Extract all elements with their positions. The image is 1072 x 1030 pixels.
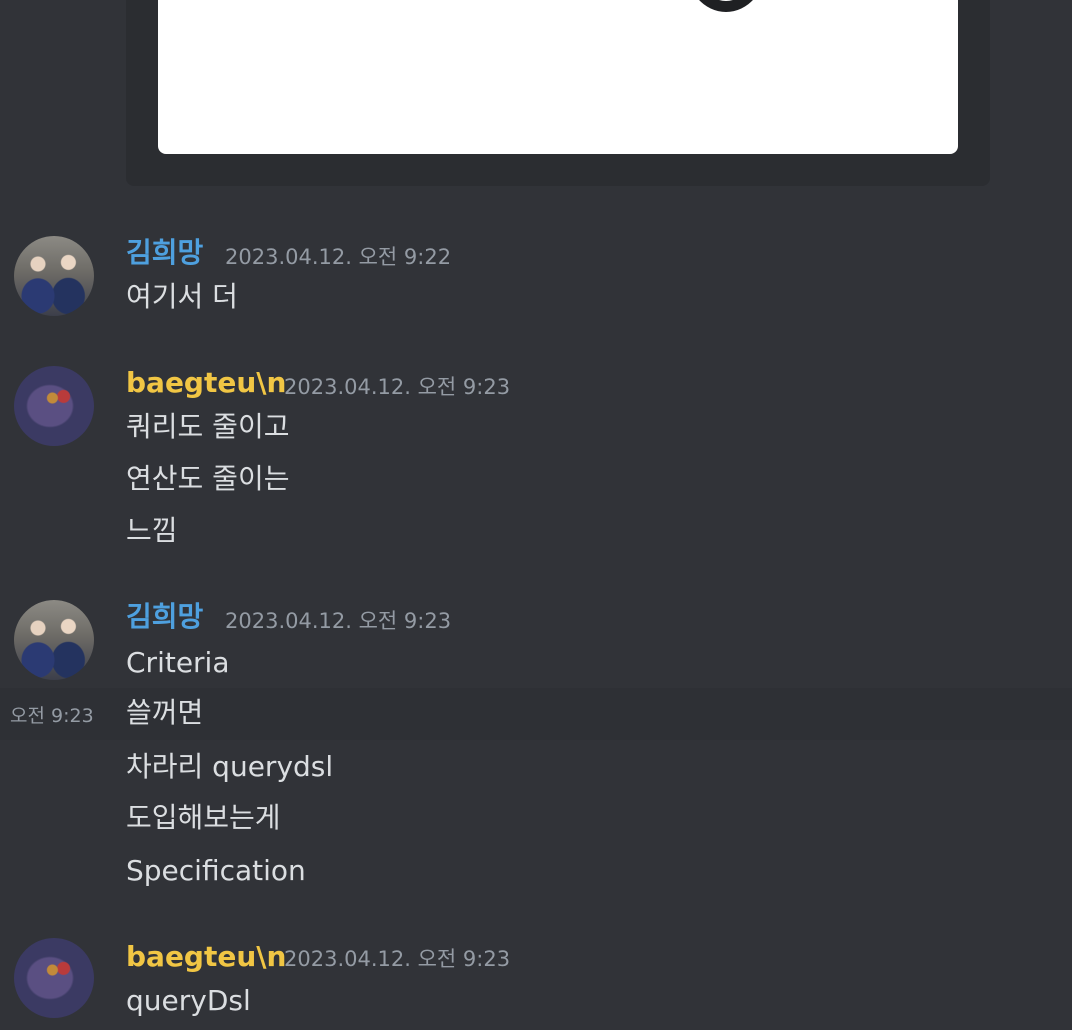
message-embed: [126, 0, 990, 186]
author-name[interactable]: baegteu\n: [126, 366, 286, 400]
author-name[interactable]: baegteu\n: [126, 940, 286, 974]
message-text: 쿼리도 줄이고: [126, 410, 290, 443]
avatar[interactable]: [14, 236, 94, 316]
message-timestamp: 2023.04.12. 오전 9:23: [284, 375, 511, 399]
hover-timestamp: 오전 9:23: [10, 705, 94, 727]
avatar[interactable]: [14, 938, 94, 1018]
message-text: Specification: [126, 854, 306, 887]
message-text: 연산도 줄이는: [126, 462, 290, 495]
message-text: 쓸꺼면: [126, 696, 204, 729]
message-text: 느낌: [126, 514, 178, 547]
embed-image[interactable]: [158, 0, 958, 154]
message-text: 차라리 querydsl: [126, 750, 334, 783]
message-timestamp: 2023.04.12. 오전 9:23: [284, 947, 511, 971]
author-name[interactable]: 김희망: [126, 600, 203, 634]
message-timestamp: 2023.04.12. 오전 9:22: [225, 245, 452, 269]
message-text: queryDsl: [126, 984, 251, 1017]
message-text: Criteria: [126, 646, 230, 679]
avatar[interactable]: [14, 366, 94, 446]
message-text: 도입해보는게: [126, 801, 281, 834]
message-timestamp: 2023.04.12. 오전 9:23: [225, 609, 452, 633]
avatar[interactable]: [14, 600, 94, 680]
embed-image-glyph: [686, 0, 766, 12]
author-name[interactable]: 김희망: [126, 236, 203, 270]
message-text: 여기서 더: [126, 280, 238, 313]
